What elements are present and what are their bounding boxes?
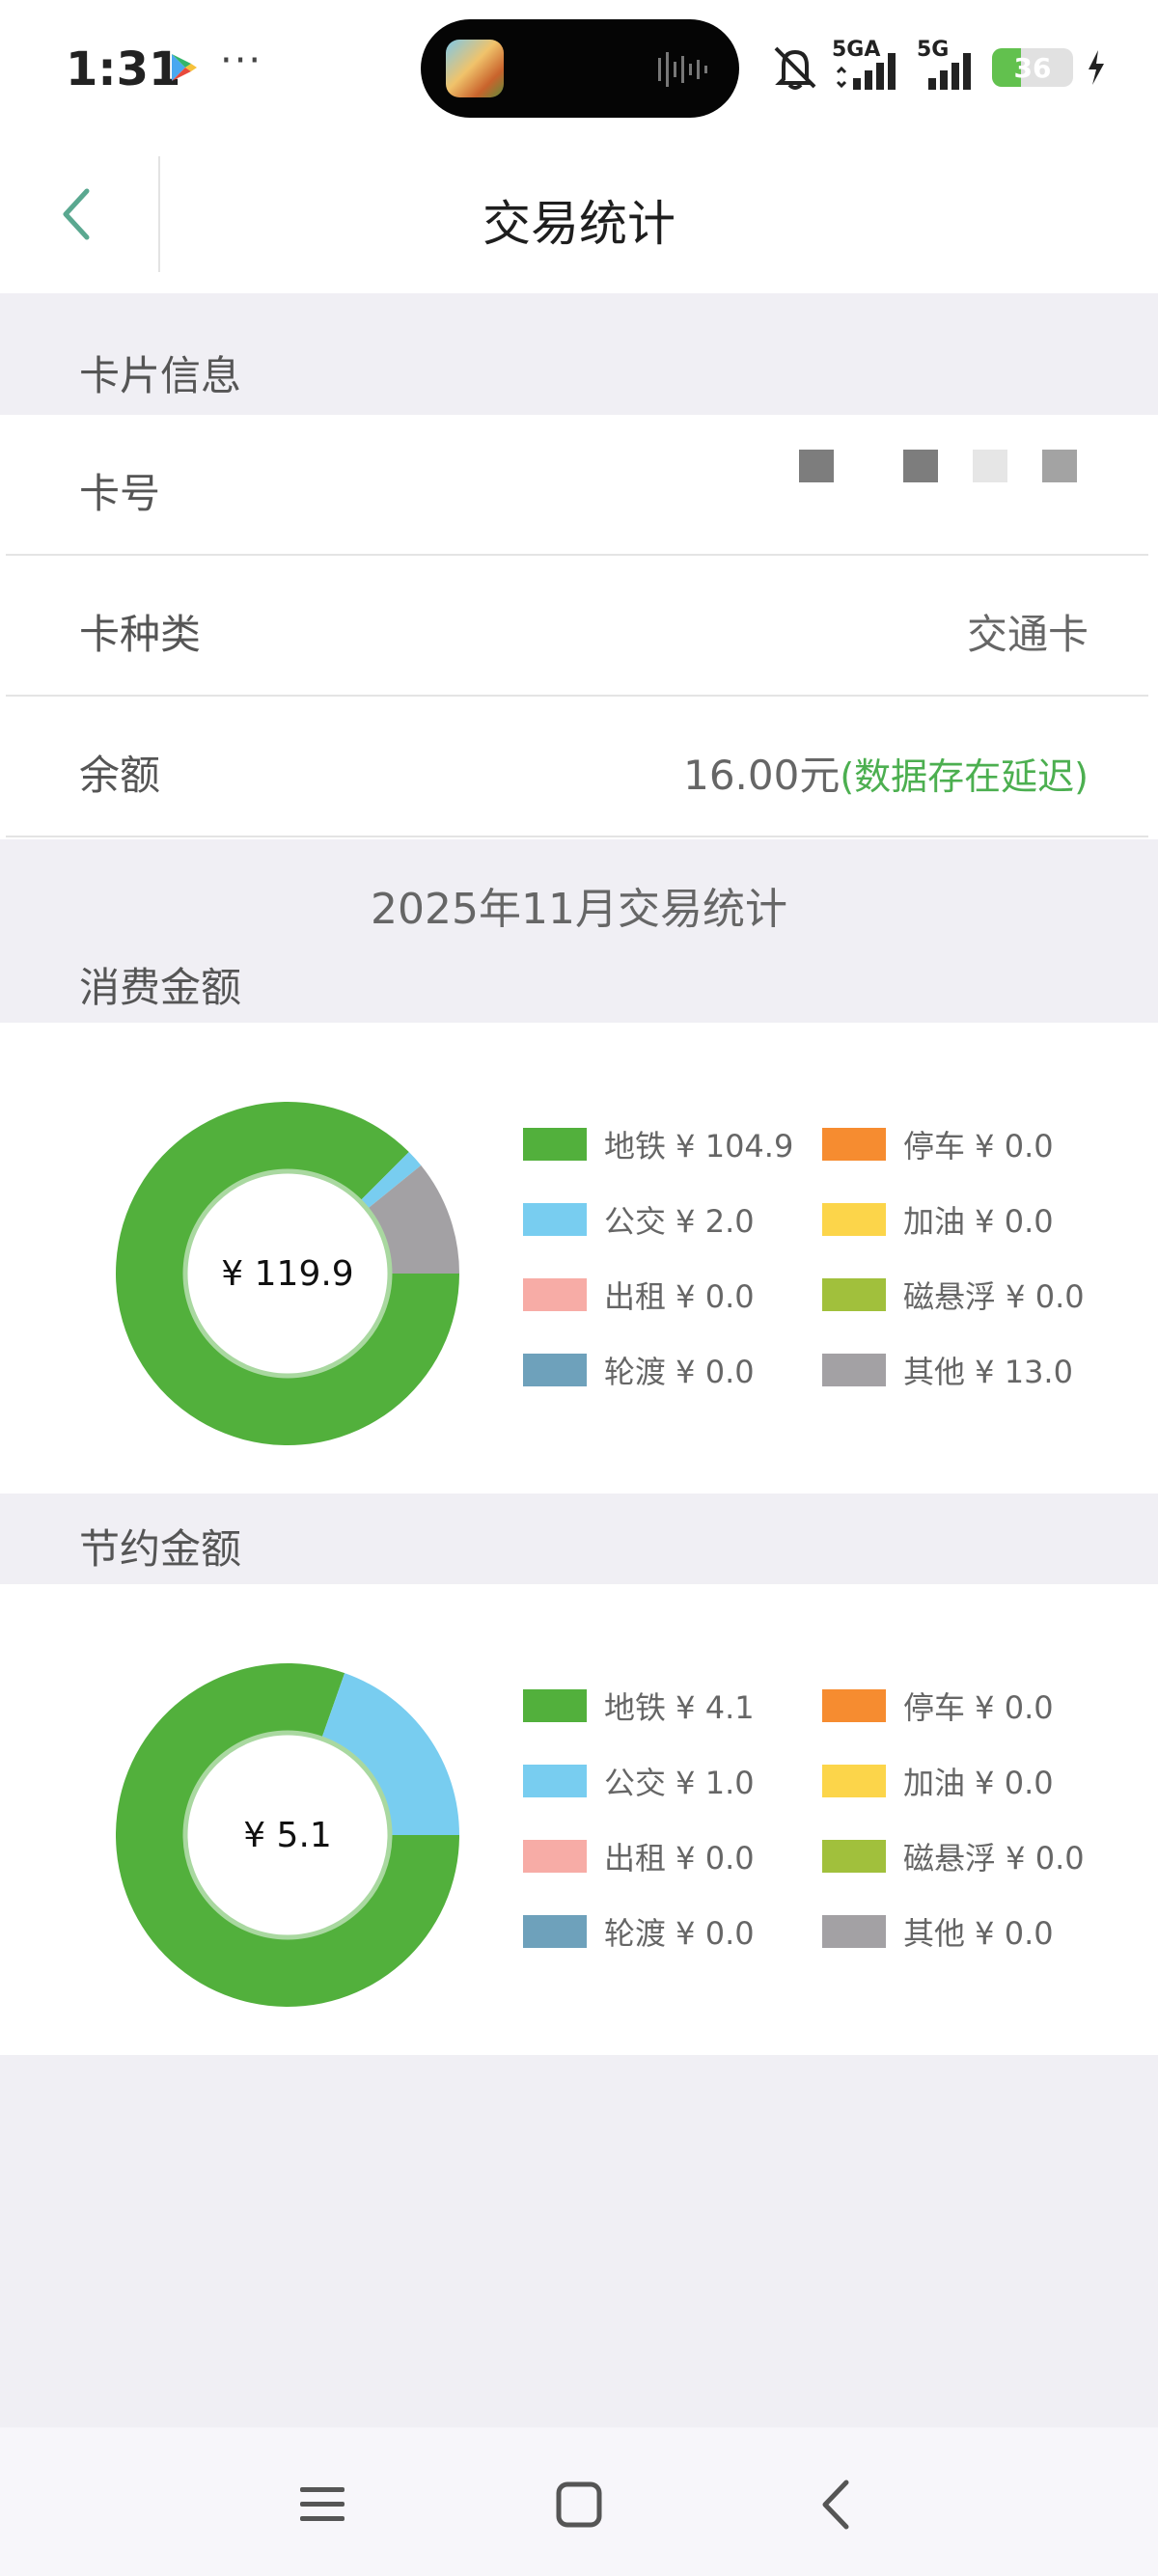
legend-swatch	[822, 1689, 886, 1722]
consumption-donut-chart: ¥ 119.9	[114, 1100, 461, 1447]
legend-swatch	[523, 1915, 587, 1948]
status-time: 1:31	[66, 42, 181, 96]
legend-swatch	[822, 1128, 886, 1161]
data-delay-note: (数据存在延迟)	[840, 755, 1089, 798]
legend-item: 轮渡 ¥ 0.0	[523, 1351, 755, 1390]
legend-label: 停车 ¥ 0.0	[903, 1689, 1054, 1726]
legend-swatch	[822, 1840, 886, 1873]
back-icon	[822, 2480, 849, 2530]
legend-swatch	[523, 1354, 587, 1386]
consumption-total: ¥ 119.9	[221, 1253, 354, 1294]
legend-label: 磁悬浮 ¥ 0.0	[903, 1840, 1085, 1877]
section-title-savings: 节约金额	[79, 1525, 242, 1573]
section-title-consumption: 消费金额	[79, 964, 242, 1011]
section-title-card-info: 卡片信息	[79, 352, 242, 399]
legend-item: 地铁 ¥ 104.9	[523, 1125, 794, 1165]
legend-label: 其他 ¥ 0.0	[903, 1915, 1054, 1952]
system-back-button[interactable]	[797, 2466, 874, 2543]
legend-label: 停车 ¥ 0.0	[903, 1128, 1054, 1165]
legend-item: 公交 ¥ 1.0	[523, 1762, 755, 1801]
legend-item: 加油 ¥ 0.0	[822, 1200, 1054, 1240]
home-button[interactable]	[540, 2466, 618, 2543]
legend-item: 停车 ¥ 0.0	[822, 1125, 1054, 1165]
legend-item: 轮渡 ¥ 0.0	[523, 1912, 755, 1952]
page-title: 交易统计	[482, 196, 676, 252]
legend-swatch	[523, 1840, 587, 1873]
legend-item: 公交 ¥ 2.0	[523, 1200, 755, 1240]
legend-label: 加油 ¥ 0.0	[903, 1203, 1054, 1240]
legend-label: 出租 ¥ 0.0	[604, 1840, 755, 1877]
legend-label: 磁悬浮 ¥ 0.0	[903, 1278, 1085, 1315]
legend-label: 其他 ¥ 13.0	[903, 1354, 1073, 1390]
savings-donut-chart: ¥ 5.1	[114, 1661, 461, 2009]
consumption-chart-panel: ¥ 119.9 地铁 ¥ 104.9 停车 ¥ 0.0 公交 ¥ 2.0 加油 ¥ 0…	[0, 1023, 1158, 1494]
card-type-row: 卡种类 交通卡	[6, 556, 1148, 697]
dynamic-island[interactable]	[421, 19, 739, 118]
legend-item: 磁悬浮 ¥ 0.0	[822, 1837, 1085, 1877]
legend-item: 其他 ¥ 0.0	[822, 1912, 1054, 1952]
legend-label: 加油 ¥ 0.0	[903, 1765, 1054, 1801]
legend-item: 磁悬浮 ¥ 0.0	[822, 1275, 1085, 1315]
savings-total: ¥ 5.1	[243, 1815, 332, 1855]
signal-icon: 5GA	[832, 38, 905, 92]
card-type-value: 交通卡	[966, 611, 1089, 658]
battery-level: 36	[1013, 52, 1052, 84]
legend-label: 地铁 ¥ 4.1	[604, 1689, 755, 1726]
legend-swatch	[822, 1765, 886, 1797]
audio-wave-icon	[658, 52, 707, 87]
legend-swatch	[523, 1278, 587, 1311]
mute-icon	[774, 46, 816, 90]
legend-item: 地铁 ¥ 4.1	[523, 1686, 755, 1726]
recent-apps-button[interactable]	[284, 2466, 361, 2543]
legend-item: 其他 ¥ 13.0	[822, 1351, 1073, 1390]
legend-label: 公交 ¥ 2.0	[604, 1203, 755, 1240]
legend-item: 出租 ¥ 0.0	[523, 1837, 755, 1877]
card-number-label: 卡号	[79, 470, 161, 517]
card-type-label: 卡种类	[79, 611, 202, 658]
legend-label: 公交 ¥ 1.0	[604, 1765, 755, 1801]
app-header: 交易统计	[0, 135, 1158, 293]
month-stats-title: 2025年11月交易统计	[371, 885, 787, 934]
legend-swatch	[822, 1203, 886, 1236]
balance-label: 余额	[79, 752, 161, 799]
legend-label: 轮渡 ¥ 0.0	[604, 1915, 755, 1952]
card-number-row: 卡号	[6, 415, 1148, 556]
menu-icon	[300, 2487, 345, 2521]
signal-icon: 5G	[917, 38, 980, 92]
play-store-icon	[170, 52, 199, 87]
legend-item: 停车 ¥ 0.0	[822, 1686, 1054, 1726]
legend-item: 加油 ¥ 0.0	[822, 1762, 1054, 1801]
legend-swatch	[822, 1915, 886, 1948]
legend-swatch	[822, 1354, 886, 1386]
system-nav-bar	[0, 2427, 1158, 2576]
home-icon	[556, 2481, 602, 2528]
charging-icon	[1089, 50, 1104, 85]
legend-swatch	[523, 1689, 587, 1722]
legend-label: 轮渡 ¥ 0.0	[604, 1354, 755, 1390]
balance-row: 余额 16.00元(数据存在延迟)	[6, 697, 1148, 837]
status-bar: 1:31 ··· 5GA 5G 36	[0, 0, 1158, 135]
app-thumbnail-icon[interactable]	[446, 40, 504, 97]
legend-label: 地铁 ¥ 104.9	[604, 1128, 794, 1165]
legend-label: 出租 ¥ 0.0	[604, 1278, 755, 1315]
battery-indicator: 36	[992, 48, 1073, 87]
more-notifications-icon: ···	[220, 39, 263, 83]
balance-amount: 16.00元	[683, 752, 841, 799]
legend-swatch	[523, 1203, 587, 1236]
balance-value: 16.00元(数据存在延迟)	[683, 743, 1089, 802]
savings-chart-panel: ¥ 5.1 地铁 ¥ 4.1 停车 ¥ 0.0 公交 ¥ 1.0 加油 ¥ 0.0 出租…	[0, 1584, 1158, 2055]
status-icons: 5GA 5G 36	[770, 38, 1108, 95]
legend-swatch	[822, 1278, 886, 1311]
legend-swatch	[523, 1128, 587, 1161]
legend-item: 出租 ¥ 0.0	[523, 1275, 755, 1315]
legend-swatch	[523, 1765, 587, 1797]
